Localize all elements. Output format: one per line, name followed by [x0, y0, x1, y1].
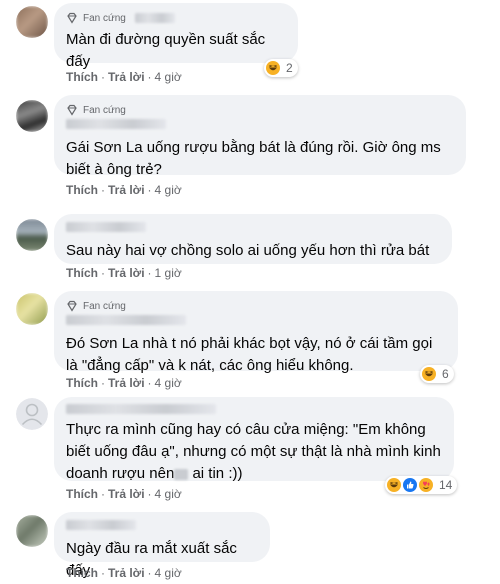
comment-item: Sau này hai vợ chồng solo ai uống yếu hơ…	[0, 210, 500, 285]
comment-text: Sau này hai vợ chồng solo ai uống yếu hơ…	[66, 242, 430, 259]
separator: ·	[101, 487, 105, 501]
default-avatar-icon	[16, 398, 48, 430]
reply-link[interactable]: Trả lời	[108, 183, 145, 197]
separator: ·	[101, 376, 105, 390]
haha-reaction-icon	[387, 478, 401, 492]
avatar[interactable]	[16, 219, 48, 251]
comment-thread: Fan cứng Màn đi đường quyền suất sắc đấy…	[0, 0, 500, 584]
reaction-summary[interactable]: 6	[420, 365, 454, 383]
commenter-name[interactable]	[66, 315, 186, 325]
comment-text: Màn đi đường quyền suất sắc đấy	[66, 31, 270, 70]
fan-badge-icon	[67, 104, 77, 116]
like-link[interactable]: Thích	[66, 70, 98, 84]
comment-actions: Thích · Trả lời · 4 giờ	[66, 566, 182, 580]
like-link[interactable]: Thích	[66, 183, 98, 197]
fan-badge: Fan cứng	[66, 103, 454, 117]
redacted-text	[174, 468, 189, 480]
commenter-name[interactable]	[66, 119, 166, 129]
separator: ·	[147, 566, 152, 580]
reaction-count: 2	[286, 61, 293, 75]
comment-text: Gái Sơn La uống rượu bằng bát là đúng rồ…	[66, 139, 445, 178]
comment-item: Fan cứng Màn đi đường quyền suất sắc đấy…	[0, 0, 500, 90]
comment-actions: Thích · Trả lời · 1 giờ	[66, 266, 182, 280]
reply-link[interactable]: Trả lời	[108, 70, 145, 84]
timestamp[interactable]: 4 giờ	[155, 487, 182, 501]
reply-link[interactable]: Trả lời	[108, 487, 145, 501]
avatar[interactable]	[16, 398, 48, 430]
like-link[interactable]: Thích	[66, 266, 98, 280]
fan-badge: Fan cứng	[66, 11, 286, 25]
commenter-name[interactable]	[66, 520, 136, 530]
separator: ·	[147, 376, 152, 390]
fan-badge-label: Fan cứng	[83, 104, 126, 116]
avatar[interactable]	[16, 515, 48, 547]
like-link[interactable]: Thích	[66, 566, 98, 580]
separator: ·	[101, 266, 105, 280]
comment-bubble: Fan cứng Đó Sơn La nhà t nó phải khác bọ…	[54, 291, 458, 374]
comment-bubble: Fan cứng Màn đi đường quyền suất sắc đấy	[54, 3, 298, 70]
reaction-summary[interactable]: 2	[264, 59, 298, 77]
comment-actions: Thích · Trả lời · 4 giờ	[66, 487, 182, 501]
fan-badge-icon	[67, 12, 77, 24]
comment-text: Đó Sơn La nhà t nó phải khác bọt vậy, nó…	[66, 335, 437, 374]
fan-badge-label: Fan cứng	[83, 12, 126, 24]
timestamp[interactable]: 4 giờ	[155, 566, 182, 580]
fan-badge-icon	[67, 300, 77, 312]
comment-item: Ngày đầu ra mắt xuất sắc đấy Thích · Trả…	[0, 509, 500, 584]
separator: ·	[147, 70, 152, 84]
timestamp[interactable]: 4 giờ	[155, 376, 182, 390]
comment-actions: Thích · Trả lời · 4 giờ	[66, 70, 182, 84]
separator: ·	[147, 487, 152, 501]
comment-item: Fan cứng Gái Sơn La uống rượu bằng bát l…	[0, 94, 500, 204]
separator: ·	[147, 266, 152, 280]
love-reaction-icon	[419, 478, 433, 492]
timestamp[interactable]: 4 giờ	[155, 183, 182, 197]
comment-bubble: Fan cứng Gái Sơn La uống rượu bằng bát l…	[54, 95, 466, 178]
timestamp[interactable]: 4 giờ	[155, 70, 182, 84]
commenter-name[interactable]	[134, 13, 175, 23]
comment-bubble: Sau này hai vợ chồng solo ai uống yếu hơ…	[54, 214, 452, 264]
comment-item: Fan cứng Đó Sơn La nhà t nó phải khác bọ…	[0, 289, 500, 397]
separator: ·	[101, 183, 105, 197]
haha-reaction-icon	[266, 61, 280, 75]
comment-actions: Thích · Trả lời · 4 giờ	[66, 376, 182, 390]
like-link[interactable]: Thích	[66, 376, 98, 390]
like-reaction-icon	[403, 478, 417, 492]
haha-reaction-icon	[422, 367, 436, 381]
separator: ·	[101, 566, 105, 580]
avatar[interactable]	[16, 100, 48, 132]
like-link[interactable]: Thích	[66, 487, 98, 501]
comment-bubble: Thực ra mình cũng hay có câu cửa miệng: …	[54, 397, 454, 482]
fan-badge-label: Fan cứng	[83, 300, 126, 312]
avatar[interactable]	[16, 6, 48, 38]
reply-link[interactable]: Trả lời	[108, 266, 145, 280]
comment-actions: Thích · Trả lời · 4 giờ	[66, 183, 182, 197]
separator: ·	[147, 183, 152, 197]
comment-bubble: Ngày đầu ra mắt xuất sắc đấy	[54, 512, 270, 579]
commenter-name[interactable]	[66, 404, 216, 414]
comment-item: Thực ra mình cũng hay có câu cửa miệng: …	[0, 397, 500, 509]
comment-text: Thực ra mình cũng hay có câu cửa miệng: …	[66, 421, 445, 482]
reply-link[interactable]: Trả lời	[108, 376, 145, 390]
timestamp[interactable]: 1 giờ	[155, 266, 182, 280]
reaction-count: 14	[439, 478, 453, 492]
reaction-count: 6	[442, 367, 449, 381]
reply-link[interactable]: Trả lời	[108, 566, 145, 580]
avatar[interactable]	[16, 293, 48, 325]
reaction-summary[interactable]: 14	[385, 476, 458, 494]
commenter-name[interactable]	[66, 222, 146, 232]
fan-badge: Fan cứng	[66, 299, 446, 313]
separator: ·	[101, 70, 105, 84]
